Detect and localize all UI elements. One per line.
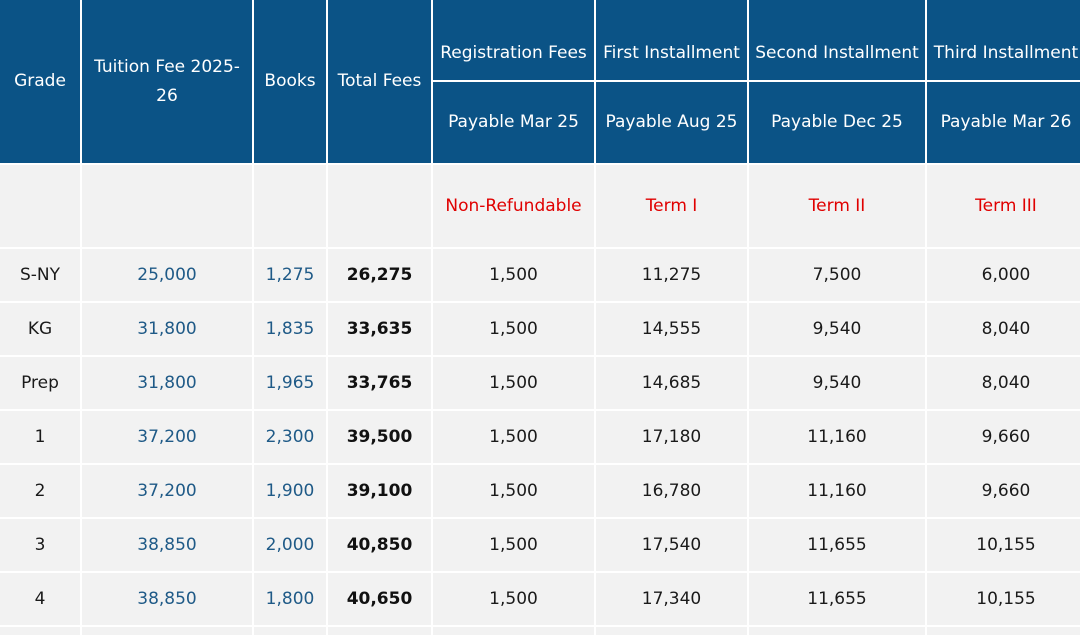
cell-second-installment: 9,540 bbox=[749, 303, 925, 355]
cell-third-installment: 9,660 bbox=[927, 465, 1080, 517]
term-iii: Term III bbox=[927, 165, 1080, 247]
cell-registration-fees: 1,500 bbox=[433, 465, 594, 517]
cell-tuition-fee: 38,850 bbox=[82, 519, 252, 571]
cell-total-fees: 26,275 bbox=[328, 249, 431, 301]
cell-registration-fees: 1,500 bbox=[433, 411, 594, 463]
header-third-installment: Third Installment bbox=[927, 0, 1080, 80]
clipped-row-cell bbox=[254, 627, 326, 635]
clipped-row-cell bbox=[596, 627, 747, 635]
header-first-installment: First Installment bbox=[596, 0, 747, 80]
cell-second-installment: 11,160 bbox=[749, 465, 925, 517]
cell-first-installment: 17,180 bbox=[596, 411, 747, 463]
cell-second-installment: 7,500 bbox=[749, 249, 925, 301]
cell-registration-fees: 1,500 bbox=[433, 249, 594, 301]
cell-first-installment: 16,780 bbox=[596, 465, 747, 517]
cell-grade: 3 bbox=[0, 519, 80, 571]
term-row-empty-cell bbox=[82, 165, 252, 247]
cell-registration-fees: 1,500 bbox=[433, 357, 594, 409]
cell-third-installment: 8,040 bbox=[927, 357, 1080, 409]
clipped-row-cell bbox=[433, 627, 594, 635]
cell-grade: Prep bbox=[0, 357, 80, 409]
term-ii: Term II bbox=[749, 165, 925, 247]
cell-third-installment: 10,155 bbox=[927, 519, 1080, 571]
cell-books: 2,000 bbox=[254, 519, 326, 571]
cell-tuition-fee: 31,800 bbox=[82, 303, 252, 355]
fee-table: Grade Tuition Fee 2025-26 Books Total Fe… bbox=[0, 0, 1080, 635]
cell-books: 1,900 bbox=[254, 465, 326, 517]
clipped-row-cell bbox=[749, 627, 925, 635]
clipped-row-cell bbox=[82, 627, 252, 635]
cell-tuition-fee: 37,200 bbox=[82, 465, 252, 517]
cell-third-installment: 6,000 bbox=[927, 249, 1080, 301]
cell-first-installment: 14,555 bbox=[596, 303, 747, 355]
cell-grade: 1 bbox=[0, 411, 80, 463]
cell-grade: 2 bbox=[0, 465, 80, 517]
cell-first-installment: 11,275 bbox=[596, 249, 747, 301]
term-i: Term I bbox=[596, 165, 747, 247]
header-grade: Grade bbox=[0, 0, 80, 163]
cell-first-installment: 14,685 bbox=[596, 357, 747, 409]
cell-tuition-fee: 37,200 bbox=[82, 411, 252, 463]
header-registration-fees: Registration Fees bbox=[433, 0, 594, 80]
cell-registration-fees: 1,500 bbox=[433, 573, 594, 625]
header-second-installment: Second Installment bbox=[749, 0, 925, 80]
cell-grade: KG bbox=[0, 303, 80, 355]
cell-books: 1,800 bbox=[254, 573, 326, 625]
term-row-empty-cell bbox=[328, 165, 431, 247]
cell-first-installment: 17,540 bbox=[596, 519, 747, 571]
cell-tuition-fee: 38,850 bbox=[82, 573, 252, 625]
term-non-refundable: Non-Refundable bbox=[433, 165, 594, 247]
cell-grade: 4 bbox=[0, 573, 80, 625]
cell-third-installment: 10,155 bbox=[927, 573, 1080, 625]
header-tuition-fee: Tuition Fee 2025-26 bbox=[82, 0, 252, 163]
cell-first-installment: 17,340 bbox=[596, 573, 747, 625]
cell-registration-fees: 1,500 bbox=[433, 303, 594, 355]
clipped-row-cell bbox=[927, 627, 1080, 635]
cell-total-fees: 33,635 bbox=[328, 303, 431, 355]
header-total-fees: Total Fees bbox=[328, 0, 431, 163]
cell-second-installment: 11,655 bbox=[749, 573, 925, 625]
header-registration-payable: Payable Mar 25 bbox=[433, 82, 594, 163]
cell-total-fees: 39,500 bbox=[328, 411, 431, 463]
header-books: Books bbox=[254, 0, 326, 163]
cell-total-fees: 39,100 bbox=[328, 465, 431, 517]
clipped-row-cell bbox=[328, 627, 431, 635]
cell-grade: S-NY bbox=[0, 249, 80, 301]
header-first-payable: Payable Aug 25 bbox=[596, 82, 747, 163]
cell-third-installment: 9,660 bbox=[927, 411, 1080, 463]
cell-second-installment: 11,655 bbox=[749, 519, 925, 571]
cell-second-installment: 11,160 bbox=[749, 411, 925, 463]
header-second-payable: Payable Dec 25 bbox=[749, 82, 925, 163]
cell-tuition-fee: 31,800 bbox=[82, 357, 252, 409]
cell-books: 2,300 bbox=[254, 411, 326, 463]
cell-second-installment: 9,540 bbox=[749, 357, 925, 409]
header-third-payable: Payable Mar 26 bbox=[927, 82, 1080, 163]
cell-third-installment: 8,040 bbox=[927, 303, 1080, 355]
term-row-empty-cell bbox=[254, 165, 326, 247]
cell-books: 1,965 bbox=[254, 357, 326, 409]
cell-total-fees: 33,765 bbox=[328, 357, 431, 409]
term-row-empty-cell bbox=[0, 165, 80, 247]
cell-total-fees: 40,650 bbox=[328, 573, 431, 625]
cell-tuition-fee: 25,000 bbox=[82, 249, 252, 301]
cell-total-fees: 40,850 bbox=[328, 519, 431, 571]
cell-registration-fees: 1,500 bbox=[433, 519, 594, 571]
cell-books: 1,275 bbox=[254, 249, 326, 301]
cell-books: 1,835 bbox=[254, 303, 326, 355]
clipped-row-cell bbox=[0, 627, 80, 635]
